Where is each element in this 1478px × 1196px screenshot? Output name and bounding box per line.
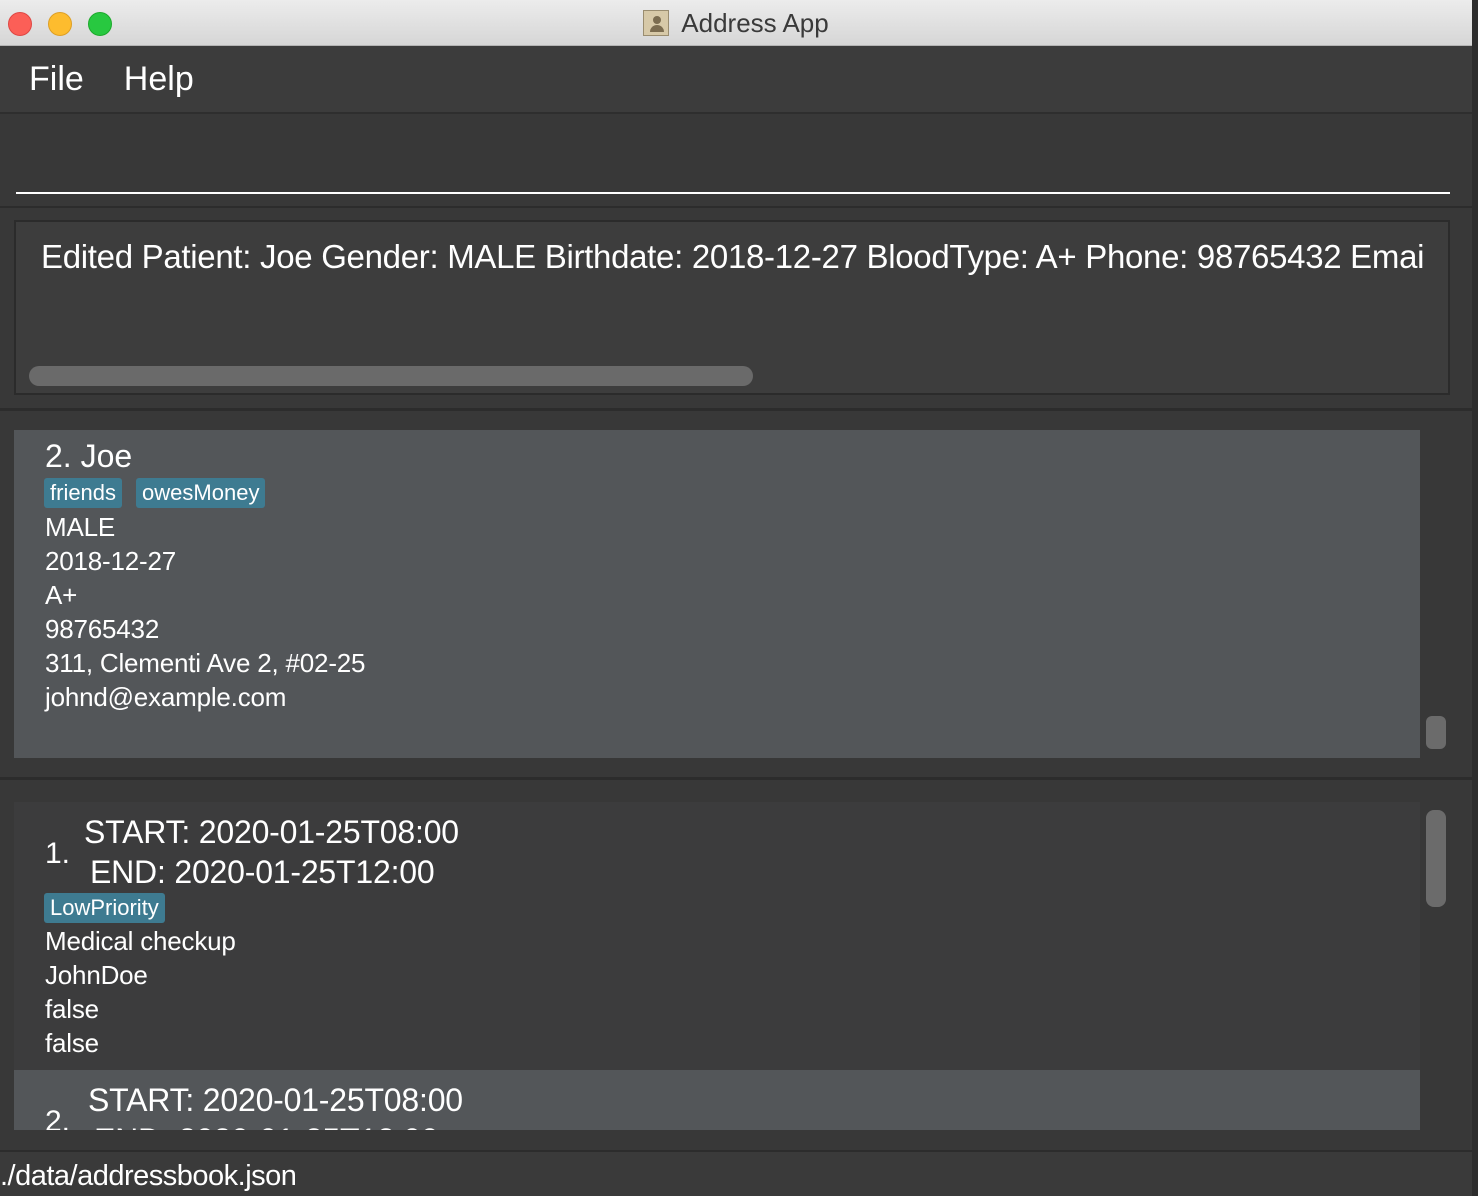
patient-birthdate: 2018-12-27 <box>45 546 176 576</box>
appointment-flag-1: false <box>45 994 99 1024</box>
patient-phone: 98765432 <box>45 614 160 644</box>
result-display: Edited Patient: Joe Gender: MALE Birthda… <box>14 220 1450 395</box>
appointment-index: 1. <box>45 837 71 870</box>
patient-email: johnd@example.com <box>45 682 287 712</box>
appointment-card[interactable]: 1. START: 2020-01-25T08:00 END: 2020-01-… <box>14 802 1420 1070</box>
window-title-text: Address App <box>681 7 829 38</box>
appointment-tags: LowPriority <box>44 893 165 923</box>
appointment-flag-2: false <box>45 1028 99 1058</box>
patient-blood-type: A+ <box>45 580 78 610</box>
patient-list-panel: 2. Joe friends owesMoney MALE 2018-12-27… <box>0 411 1472 780</box>
command-input[interactable] <box>16 114 1450 194</box>
appointment-card[interactable]: 2. START: 2020-01-25T08:00 END: 2020-01-… <box>14 1070 1420 1130</box>
tag-friends: friends <box>44 478 123 508</box>
appointment-list-scrollbar[interactable] <box>1426 810 1446 907</box>
result-horizontal-scrollbar[interactable] <box>29 366 753 386</box>
appointment-patient: JohnDoe <box>45 960 148 990</box>
appointment-end: END: 2020-01-25T12:00 <box>90 854 435 890</box>
appointment-list-panel: 1. START: 2020-01-25T08:00 END: 2020-01-… <box>0 780 1472 1150</box>
appointment-start: START: 2020-01-25T08:00 <box>88 1082 463 1118</box>
appointment-index: 2. <box>45 1105 71 1130</box>
patient-gender: MALE <box>45 512 116 542</box>
result-message: Edited Patient: Joe Gender: MALE Birthda… <box>41 238 1425 275</box>
patient-index-name: 2. Joe <box>45 438 133 474</box>
tag-low-priority: LowPriority <box>44 893 165 923</box>
patient-list-scrollbar[interactable] <box>1426 716 1446 749</box>
address-book-icon <box>643 10 670 36</box>
patient-tags: friends owesMoney <box>44 478 266 508</box>
appointment-start: START: 2020-01-25T08:00 <box>84 814 459 850</box>
menu-bar: File Help <box>0 46 1472 114</box>
tag-owes-money: owesMoney <box>136 478 266 508</box>
window-title-bar: Address App <box>0 0 1472 46</box>
status-bar: ./data/addressbook.json <box>0 1150 1472 1196</box>
patient-address: 311, Clementi Ave 2, #02-25 <box>45 648 366 678</box>
command-box-area <box>0 114 1472 209</box>
patient-card[interactable]: 2. Joe friends owesMoney MALE 2018-12-27… <box>14 430 1420 758</box>
save-location-path: ./data/addressbook.json <box>0 1160 297 1192</box>
menu-file[interactable]: File <box>29 60 84 99</box>
result-display-area: Edited Patient: Joe Gender: MALE Birthda… <box>0 208 1472 411</box>
appointment-end: END: 2020-01-25T12:00 <box>94 1122 439 1130</box>
menu-help[interactable]: Help <box>124 60 194 99</box>
window-title: Address App <box>0 0 1472 46</box>
background-window-edge <box>1472 0 1478 1196</box>
appointment-description: Medical checkup <box>45 926 236 956</box>
appointment-list: 1. START: 2020-01-25T08:00 END: 2020-01-… <box>14 802 1420 1130</box>
